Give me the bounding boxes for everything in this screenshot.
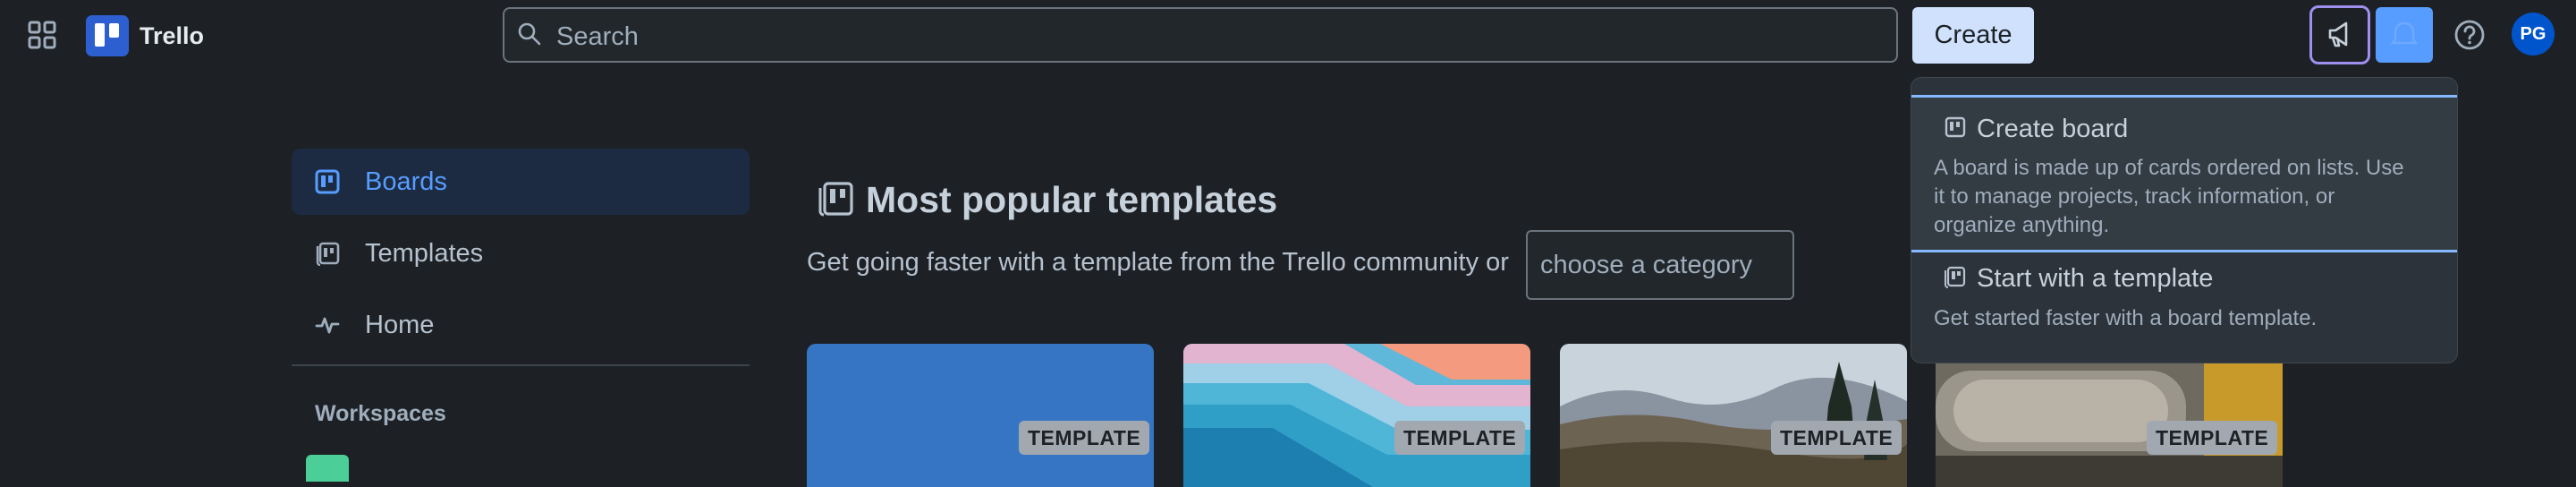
template-card[interactable] [1560, 344, 1907, 487]
page-title: Most popular templates [866, 179, 1278, 220]
template-badge: TEMPLATE [1019, 421, 1150, 455]
template-badge: TEMPLATE [1394, 421, 1526, 455]
apps-grid-icon[interactable] [27, 20, 59, 52]
template-icon [315, 241, 340, 266]
search-input[interactable] [555, 11, 1891, 63]
template-badge: TEMPLATE [2147, 421, 2278, 455]
board-icon [315, 169, 340, 194]
start-with-template-title[interactable]: Start with a template [1977, 262, 2213, 295]
create-board-title[interactable]: Create board [1977, 113, 2128, 145]
app-name[interactable]: Trello [140, 20, 204, 52]
help-icon[interactable] [2453, 18, 2487, 52]
template-card[interactable] [1183, 344, 1530, 487]
template-card[interactable] [1936, 344, 2283, 487]
template-icon [816, 179, 855, 218]
create-board-description: A board is made up of cards ordered on l… [1934, 156, 2404, 180]
whats-new-button[interactable] [2309, 5, 2370, 64]
category-select-value[interactable]: choose a category [1540, 249, 1752, 281]
sidebar-item-home[interactable]: Home [365, 309, 434, 341]
trello-logo-icon[interactable] [86, 15, 129, 56]
workspace-avatar[interactable] [306, 455, 349, 482]
sidebar-item-templates[interactable]: Templates [365, 237, 483, 269]
avatar[interactable]: PG [2512, 13, 2555, 56]
activity-icon [315, 312, 340, 337]
sidebar-divider [292, 364, 750, 366]
megaphone-icon [2328, 21, 2348, 47]
create-board-description: it to manage projects, track information… [1934, 184, 2335, 209]
create-board-description: organize anything. [1934, 213, 2110, 237]
board-icon [1945, 116, 1966, 138]
workspaces-heading: Workspaces [315, 401, 446, 426]
notifications-button[interactable] [2376, 7, 2433, 63]
template-icon [1943, 265, 1966, 288]
sidebar-item-label[interactable]: Boards [365, 166, 447, 198]
template-card[interactable] [807, 344, 1154, 487]
bell-icon [2390, 21, 2419, 45]
start-with-template-description: Get started faster with a board template… [1934, 306, 2318, 330]
template-badge: TEMPLATE [1771, 421, 1902, 455]
page-subtitle: Get going faster with a template from th… [807, 248, 1509, 277]
sidebar-item-boards[interactable] [292, 149, 750, 215]
search-icon [517, 21, 542, 47]
create-button[interactable]: Create [1912, 7, 2034, 64]
